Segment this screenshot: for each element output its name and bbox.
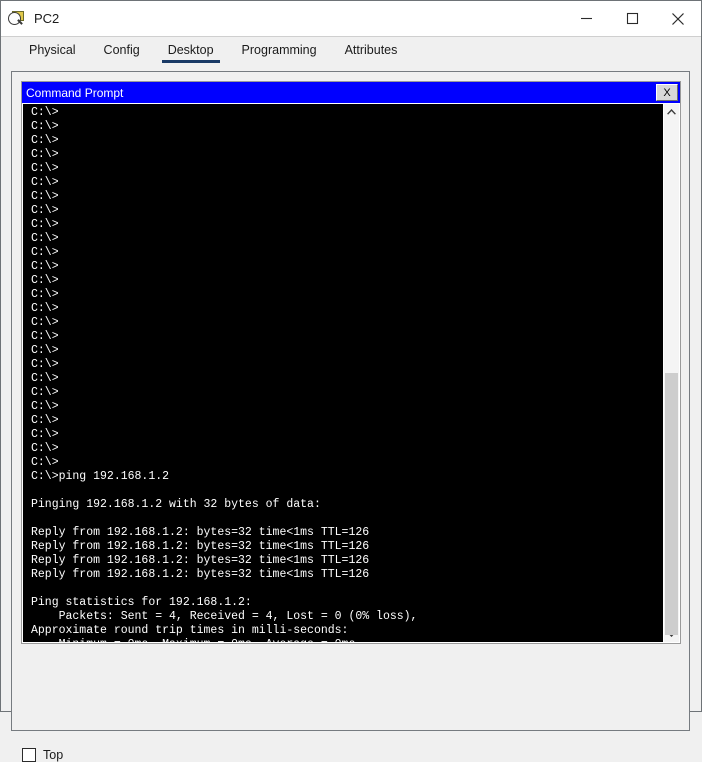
tab-attributes[interactable]: Attributes	[331, 37, 412, 63]
terminal-line: C:\>	[31, 120, 663, 134]
minimize-button[interactable]	[563, 1, 609, 36]
device-tabbar: Physical Config Desktop Programming Attr…	[1, 36, 701, 63]
terminal-line: C:\>	[31, 288, 663, 302]
command-prompt-body: C:\>C:\>C:\>C:\>C:\>C:\>C:\>C:\>C:\>C:\>…	[22, 103, 680, 643]
terminal-line: C:\>	[31, 414, 663, 428]
close-button[interactable]	[655, 1, 701, 36]
terminal-line: C:\>	[31, 162, 663, 176]
terminal-line: Reply from 192.168.1.2: bytes=32 time<1m…	[31, 554, 663, 568]
tab-desktop-label: Desktop	[168, 43, 214, 57]
terminal-line	[31, 512, 663, 526]
top-checkbox-label: Top	[43, 748, 63, 762]
terminal-line: C:\>	[31, 344, 663, 358]
tab-programming[interactable]: Programming	[228, 37, 331, 63]
window-controls	[563, 1, 701, 36]
terminal-line: C:\>	[31, 428, 663, 442]
window-titlebar: PC2	[1, 1, 701, 36]
terminal-line: C:\>	[31, 442, 663, 456]
terminal-line: C:\>	[31, 148, 663, 162]
terminal-line: C:\>	[31, 316, 663, 330]
tab-attributes-label: Attributes	[345, 43, 398, 57]
terminal-output[interactable]: C:\>C:\>C:\>C:\>C:\>C:\>C:\>C:\>C:\>C:\>…	[23, 104, 663, 642]
tab-physical[interactable]: Physical	[15, 37, 90, 63]
terminal-line: Packets: Sent = 4, Received = 4, Lost = …	[31, 610, 663, 624]
terminal-line: C:\>	[31, 176, 663, 190]
tab-programming-label: Programming	[242, 43, 317, 57]
terminal-line: C:\>	[31, 190, 663, 204]
pc-device-window: PC2 Physical Config Desktop Programming	[0, 0, 702, 712]
terminal-scrollbar[interactable]	[663, 104, 679, 642]
tab-desktop[interactable]: Desktop	[154, 37, 228, 63]
terminal-line	[31, 582, 663, 596]
tab-config-label: Config	[104, 43, 140, 57]
tab-physical-label: Physical	[29, 43, 76, 57]
terminal-line: Reply from 192.168.1.2: bytes=32 time<1m…	[31, 526, 663, 540]
terminal-line: C:\>	[31, 456, 663, 470]
maximize-button[interactable]	[609, 1, 655, 36]
terminal-line: C:\>	[31, 134, 663, 148]
command-prompt-close-button[interactable]: X	[656, 84, 678, 101]
terminal-line: Approximate round trip times in milli-se…	[31, 624, 663, 638]
terminal-line: C:\>	[31, 260, 663, 274]
scrollbar-track[interactable]	[664, 120, 679, 626]
terminal-line: C:\>	[31, 274, 663, 288]
terminal-line: Ping statistics for 192.168.1.2:	[31, 596, 663, 610]
terminal-line: C:\>	[31, 246, 663, 260]
terminal-line: C:\>	[31, 400, 663, 414]
scroll-up-arrow-icon[interactable]	[664, 104, 679, 120]
terminal-line: C:\>	[31, 218, 663, 232]
top-checkbox[interactable]	[22, 748, 36, 762]
terminal-line: Reply from 192.168.1.2: bytes=32 time<1m…	[31, 568, 663, 582]
command-prompt-titlebar: Command Prompt X	[22, 82, 680, 103]
desktop-tab-content: Command Prompt X C:\>C:\>C:\>C:\>C:\>C:\…	[1, 63, 701, 711]
tab-config[interactable]: Config	[90, 37, 154, 63]
terminal-line: C:\>	[31, 204, 663, 218]
packet-tracer-pc-icon	[8, 10, 26, 28]
command-prompt-window: Command Prompt X C:\>C:\>C:\>C:\>C:\>C:\…	[21, 81, 681, 644]
scrollbar-thumb[interactable]	[665, 373, 678, 635]
terminal-line: C:\>	[31, 302, 663, 316]
terminal-line: C:\>	[31, 386, 663, 400]
command-prompt-title: Command Prompt	[26, 86, 656, 100]
terminal-line: C:\>	[31, 372, 663, 386]
terminal-line: C:\>	[31, 330, 663, 344]
terminal-line: C:\>ping 192.168.1.2	[31, 470, 663, 484]
terminal-line	[31, 484, 663, 498]
bottom-bar: Top	[22, 748, 63, 762]
terminal-line: C:\>	[31, 358, 663, 372]
terminal-line: C:\>	[31, 106, 663, 120]
terminal-line: Minimum = 0ms, Maximum = 0ms, Average = …	[31, 638, 663, 642]
desktop-inner-panel: Command Prompt X C:\>C:\>C:\>C:\>C:\>C:\…	[11, 71, 690, 731]
terminal-line: C:\>	[31, 232, 663, 246]
terminal-line: Reply from 192.168.1.2: bytes=32 time<1m…	[31, 540, 663, 554]
terminal-line: Pinging 192.168.1.2 with 32 bytes of dat…	[31, 498, 663, 512]
window-title: PC2	[34, 11, 59, 26]
